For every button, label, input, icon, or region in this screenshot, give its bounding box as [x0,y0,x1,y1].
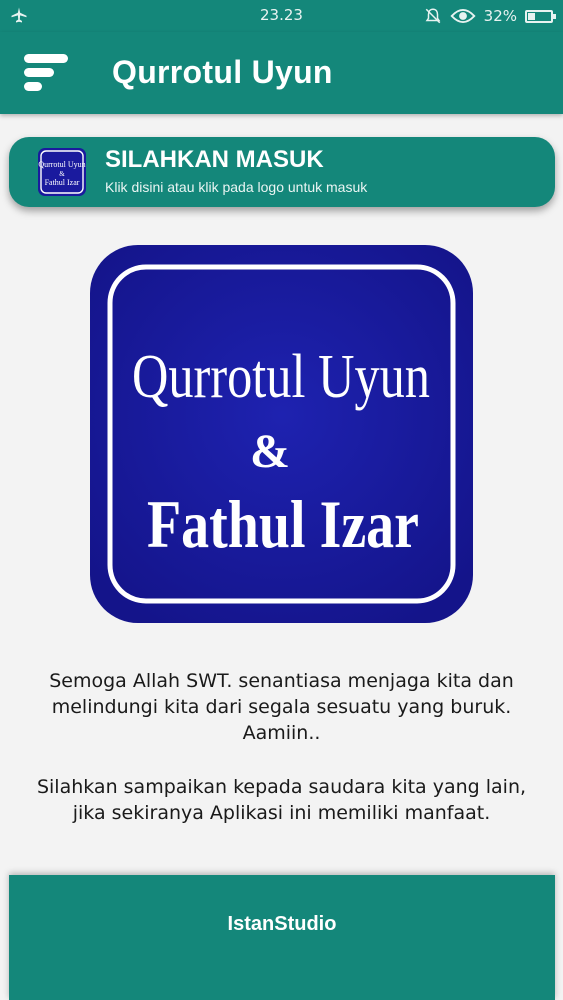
login-subtitle: Klik disini atau klik pada logo untuk ma… [105,179,368,195]
menu-icon[interactable] [22,50,72,96]
logo-small-line3: Fathul Izar [45,178,80,187]
logo-line2: & [250,425,290,478]
message-line: jika sekiranya Aplikasi ini memiliki man… [72,802,491,824]
logo-line1: Qurrotul Uyun [132,343,430,411]
battery-fill [528,12,535,20]
login-heading: SILAHKAN MASUK [105,146,324,173]
message-line: Semoga Allah SWT. senantiasa menjaga kit… [49,670,514,692]
footer: IstanStudio [9,875,555,1000]
footer-credit: IstanStudio [227,913,337,935]
eye-icon [450,8,476,24]
logo-small-line1: Qurrotul Uyun [38,160,85,169]
app-title: Qurrotul Uyun [112,54,333,90]
status-bar: 23.23 32% [0,0,563,32]
battery-percent: 32% [483,7,517,25]
app-bar: Qurrotul Uyun [0,32,563,114]
login-card[interactable]: Qurrotul Uyun & Fathul Izar SILAHKAN MAS… [9,137,555,207]
message-line: Silahkan sampaikan kepada saudara kita y… [36,776,527,798]
app-logo[interactable]: Qurrotul Uyun & Fathul Izar [90,245,473,623]
logo-small-line2: & [59,170,65,178]
app-logo-small[interactable]: Qurrotul Uyun & Fathul Izar [38,148,86,196]
battery-icon [525,9,556,23]
message-line: Aamiin.. [242,722,321,744]
message-line: melindungi kita dari segala sesuatu yang… [51,696,512,718]
logo-line3: Fathul Izar [147,486,419,562]
mute-icon [425,8,441,24]
greeting-message: Semoga Allah SWT. senantiasa menjaga kit… [0,668,563,826]
status-icons: 32% [424,4,556,28]
